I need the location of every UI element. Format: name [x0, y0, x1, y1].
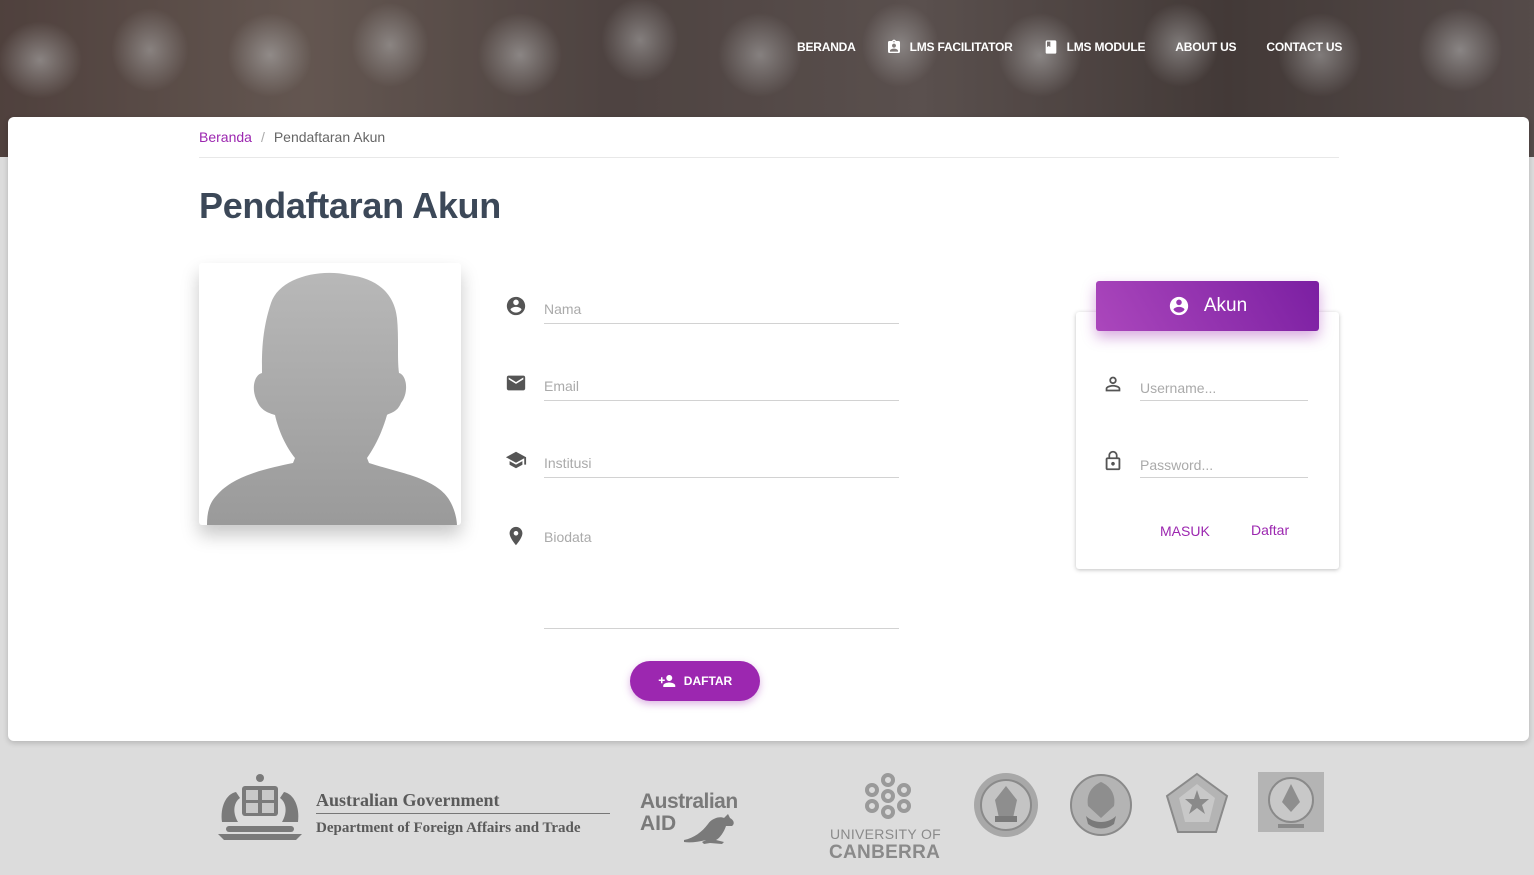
nama-field [505, 294, 899, 326]
masuk-button[interactable]: MASUK [1160, 523, 1210, 539]
book-icon [1045, 40, 1056, 54]
canberra-line1: UNIVERSITY OF [830, 826, 941, 842]
breadcrumb-divider [199, 157, 1339, 158]
aus-aid-line2: AID [640, 812, 677, 835]
profile-avatar-image [199, 263, 461, 525]
account-circle-icon [506, 296, 526, 316]
breadcrumb-separator: / [260, 129, 265, 145]
biodata-textarea[interactable] [544, 527, 899, 629]
institusi-field [505, 448, 899, 480]
breadcrumb-home-link[interactable]: Beranda [199, 129, 252, 145]
australian-government-logo: Australian Government Department of Fore… [212, 772, 612, 842]
main-card: Beranda / Pendaftaran Akun Pendaftaran A… [8, 117, 1529, 741]
canberra-molecule-icon [865, 773, 911, 819]
lock-outline-icon [1105, 450, 1121, 471]
password-input[interactable] [1140, 452, 1308, 478]
email-input[interactable] [544, 371, 899, 401]
nav-item-lms-module[interactable]: LMS MODULE [1043, 38, 1146, 56]
login-card-header: Akun [1096, 281, 1319, 331]
university-of-canberra-logo: UNIVERSITY OF CANBERRA [828, 772, 948, 864]
lpmp-emblem-icon [1258, 772, 1324, 832]
australian-aid-logo: Australian AID [640, 790, 760, 850]
nav-item-label: ABOUT US [1175, 40, 1237, 54]
nama-input[interactable] [544, 294, 899, 324]
school-icon [505, 451, 527, 469]
nav-item-beranda[interactable]: BERANDA [797, 38, 856, 56]
main-nav: BERANDA LMS FACILITATOR LMS MODULE ABOUT… [797, 38, 1372, 56]
aus-gov-dept: Department of Foreign Affairs and Trade [316, 820, 581, 836]
ikip-emblem-icon [974, 773, 1038, 837]
nav-item-contact-us[interactable]: CONTACT US [1266, 38, 1342, 56]
username-field [1102, 373, 1308, 403]
biodata-field [505, 525, 899, 629]
pentagon-emblem-icon [1165, 772, 1229, 833]
password-field [1102, 450, 1308, 480]
daftar-submit-button[interactable]: DAFTAR [630, 661, 760, 701]
aus-gov-title: Australian Government [316, 790, 500, 810]
location-pin-icon [509, 526, 523, 546]
tut-wuri-handayani-icon [1070, 774, 1132, 836]
nav-item-about-us[interactable]: ABOUT US [1175, 38, 1236, 56]
email-field [505, 371, 899, 403]
ikip-mataram-logo [973, 772, 1039, 838]
kemdikbud-logo [1070, 772, 1132, 838]
daftar-link[interactable]: Daftar [1251, 522, 1289, 538]
account-circle-icon [1169, 296, 1189, 316]
nav-item-label: LMS MODULE [1066, 40, 1146, 54]
email-icon [506, 375, 526, 391]
username-input[interactable] [1140, 375, 1308, 401]
nav-item-label: BERANDA [797, 40, 856, 54]
person-outline-icon [1105, 376, 1121, 392]
coat-of-arms-icon [218, 774, 302, 840]
provinsi-ntb-logo [1165, 772, 1229, 836]
nav-item-lms-facilitator[interactable]: LMS FACILITATOR [886, 38, 1013, 56]
person-add-icon [658, 675, 676, 687]
login-header-title: Akun [1203, 295, 1248, 316]
canberra-line2: CANBERRA [829, 842, 941, 863]
page-title: Pendaftaran Akun [199, 185, 501, 226]
breadcrumb: Beranda / Pendaftaran Akun [199, 129, 385, 145]
default-person-silhouette-icon [207, 272, 457, 525]
institusi-input[interactable] [544, 448, 899, 478]
nav-item-label: LMS FACILITATOR [909, 40, 1013, 54]
kangaroo-icon [684, 814, 734, 844]
aus-gov-rule [316, 813, 610, 814]
lpmp-ntb-logo [1258, 772, 1324, 832]
daftar-button-label: DAFTAR [683, 674, 733, 688]
breadcrumb-current: Pendaftaran Akun [273, 129, 386, 145]
assignment-ind-icon [887, 39, 900, 53]
nav-item-label: CONTACT US [1266, 40, 1343, 54]
